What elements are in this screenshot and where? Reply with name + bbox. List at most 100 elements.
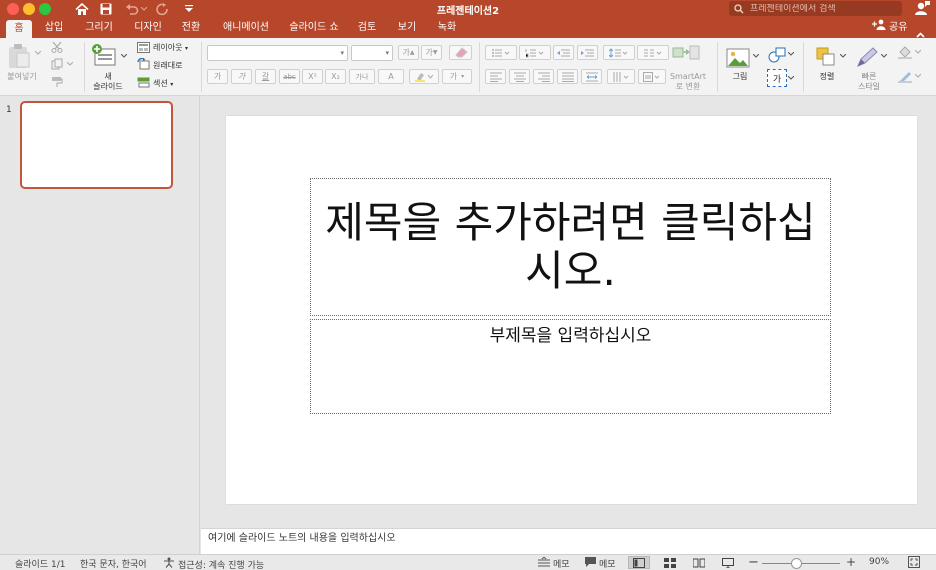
fit-to-window-button[interactable] — [908, 556, 920, 570]
shape-outline-icon[interactable] — [897, 68, 913, 84]
share-button[interactable]: 공유 — [872, 19, 907, 37]
change-case-button[interactable]: A — [378, 69, 404, 84]
comments-toggle-button[interactable]: 메모 — [585, 557, 616, 570]
strikethrough-button[interactable]: abc — [279, 69, 300, 84]
notes-pane[interactable]: 여기에 슬라이드 노트의 내용을 입력하십시오 — [201, 528, 936, 554]
close-window-button[interactable] — [7, 3, 19, 15]
font-color-button[interactable]: 가 ▾ — [442, 69, 472, 84]
language-indicator[interactable]: 한국 문자, 한국어 — [80, 557, 147, 570]
justify-button[interactable] — [557, 69, 578, 84]
reset-button[interactable]: 원래대로 — [153, 60, 182, 71]
copy-icon[interactable] — [50, 57, 64, 71]
title-placeholder[interactable]: 제목을 추가하려면 클릭하십시오. — [310, 178, 831, 316]
layout-button[interactable]: 레이아웃 ▾ — [153, 42, 188, 53]
slideshow-view-button[interactable] — [717, 556, 739, 569]
increase-indent-button[interactable] — [577, 45, 598, 60]
save-icon[interactable] — [97, 1, 115, 17]
align-right-button[interactable] — [533, 69, 554, 84]
search-box[interactable] — [729, 1, 902, 16]
italic-button[interactable]: 가 — [231, 69, 252, 84]
decrease-indent-button[interactable] — [553, 45, 574, 60]
zoom-in-button[interactable]: + — [846, 555, 856, 569]
shape-outline-dropdown-icon[interactable] — [914, 72, 922, 80]
distribute-button[interactable] — [581, 69, 602, 84]
highlight-button[interactable] — [409, 69, 439, 84]
tab-slide-show[interactable]: 슬라이드 쇼 — [284, 18, 344, 38]
shape-fill-icon[interactable] — [897, 44, 913, 60]
columns-button[interactable] — [637, 45, 669, 60]
underline-button[interactable]: 갈 — [255, 69, 276, 84]
slide-thumbnail[interactable] — [20, 101, 173, 189]
tab-record[interactable]: 녹화 — [433, 18, 461, 38]
customize-toolbar-icon[interactable] — [183, 1, 195, 17]
new-slide-button[interactable] — [90, 41, 118, 71]
format-painter-icon[interactable] — [50, 75, 64, 89]
line-spacing-button[interactable] — [603, 45, 635, 60]
zoom-slider-thumb[interactable] — [791, 558, 802, 569]
normal-view-button[interactable] — [628, 556, 650, 569]
minimize-window-button[interactable] — [23, 3, 35, 15]
cut-icon[interactable] — [50, 40, 64, 54]
font-size-combo[interactable]: ▾ — [351, 45, 393, 61]
textbox-dropdown-icon[interactable] — [787, 74, 795, 82]
accessibility-label: 접근성: 계속 진행 가능 — [178, 560, 265, 570]
tab-design[interactable]: 디자인 — [130, 18, 166, 38]
align-left-button[interactable] — [485, 69, 506, 84]
tab-insert[interactable]: 삽입 — [39, 18, 69, 38]
zoom-window-button[interactable] — [39, 3, 51, 15]
font-name-combo[interactable]: ▾ — [207, 45, 348, 61]
new-slide-dropdown-icon[interactable] — [120, 52, 128, 60]
search-input[interactable] — [750, 3, 900, 14]
zoom-out-button[interactable]: − — [748, 555, 759, 570]
paste-button[interactable] — [6, 42, 32, 70]
tab-transitions[interactable]: 전환 — [177, 18, 205, 38]
subscript-button[interactable]: X₂ — [325, 69, 346, 84]
paste-dropdown-icon[interactable] — [34, 48, 42, 58]
bullets-button[interactable] — [485, 45, 517, 60]
quick-styles-dropdown-icon[interactable] — [880, 52, 888, 60]
section-button[interactable]: 섹션 ▾ — [153, 78, 173, 89]
tab-review[interactable]: 검토 — [354, 18, 380, 38]
bold-button[interactable]: 가 — [207, 69, 228, 84]
smartart-button[interactable] — [670, 43, 702, 63]
arrange-dropdown-icon[interactable] — [839, 52, 847, 60]
textbox-icon: 가 — [772, 74, 782, 85]
clear-formatting-button[interactable] — [449, 45, 472, 60]
shapes-button[interactable] — [767, 46, 787, 64]
zoom-percent[interactable]: 90% — [869, 557, 889, 567]
notes-toggle-button[interactable]: 메모 — [538, 556, 570, 570]
accessibility-status[interactable]: 접근성: 계속 진행 가능 — [163, 557, 264, 570]
textbox-button[interactable]: 가 — [767, 69, 787, 87]
numbering-button[interactable] — [519, 45, 551, 60]
quick-styles-button[interactable] — [854, 45, 882, 69]
undo-dropdown-icon[interactable] — [140, 1, 148, 17]
superscript-button[interactable]: X² — [302, 69, 323, 84]
char-spacing-button[interactable]: 가나 — [349, 69, 375, 84]
home-icon[interactable] — [73, 1, 91, 17]
outdent-icon — [556, 49, 570, 56]
comment-icon — [585, 557, 596, 570]
grow-font-button[interactable]: 가 ▲ — [398, 45, 419, 60]
align-text-button[interactable] — [638, 69, 666, 84]
undo-icon[interactable] — [124, 1, 140, 17]
copy-dropdown-icon[interactable] — [66, 60, 74, 68]
tab-home[interactable]: 홈 — [6, 20, 32, 38]
picture-button[interactable] — [725, 46, 751, 70]
slide-sorter-button[interactable] — [659, 556, 681, 569]
align-center-button[interactable] — [509, 69, 530, 84]
shrink-font-button[interactable]: 가 ▼ — [421, 45, 442, 60]
tab-view[interactable]: 보기 — [393, 18, 421, 38]
tab-draw[interactable]: 그리기 — [80, 18, 118, 38]
reading-view-button[interactable] — [688, 556, 710, 569]
arrange-button[interactable] — [813, 45, 839, 69]
shapes-dropdown-icon[interactable] — [787, 50, 795, 58]
text-direction-icon — [613, 71, 629, 82]
subtitle-placeholder[interactable]: 부제목을 입력하십시오 — [310, 319, 831, 414]
tab-animations[interactable]: 애니메이션 — [218, 18, 274, 38]
redo-icon[interactable] — [155, 1, 171, 17]
chevron-down-icon: ▾ — [340, 49, 344, 57]
text-direction-button[interactable] — [607, 69, 635, 84]
picture-dropdown-icon[interactable] — [752, 52, 760, 60]
shape-fill-dropdown-icon[interactable] — [914, 48, 922, 56]
arrange-icon — [816, 47, 835, 66]
